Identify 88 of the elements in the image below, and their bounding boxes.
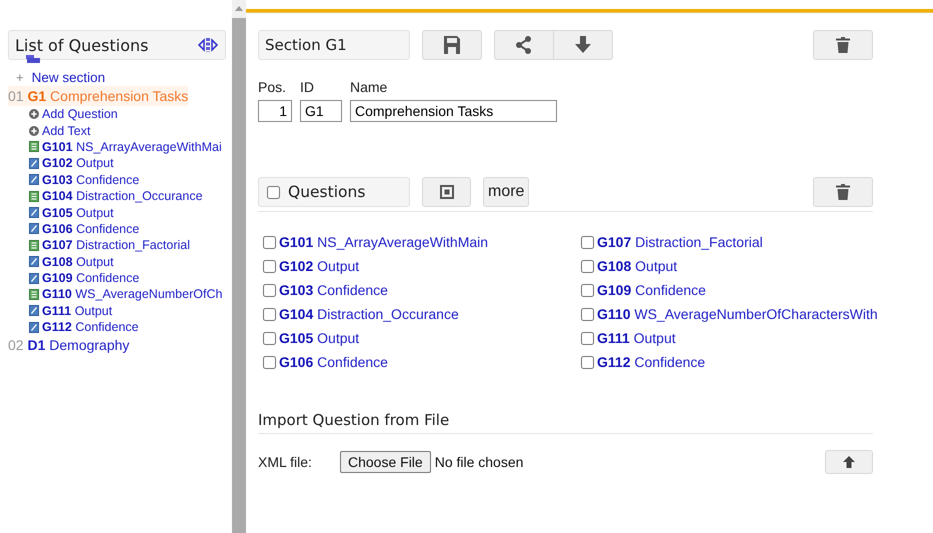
- download-button[interactable]: [553, 30, 613, 60]
- question-checkbox[interactable]: [581, 356, 594, 368]
- question-link[interactable]: G111 Output: [597, 330, 676, 346]
- question-link[interactable]: G105 Output: [279, 330, 360, 346]
- edit-icon: [29, 305, 39, 316]
- question-link[interactable]: G106 Confidence: [279, 354, 388, 370]
- input-field[interactable]: G1: [300, 100, 342, 122]
- scrollbar[interactable]: [232, 0, 246, 533]
- plus-icon: +: [16, 70, 24, 85]
- question-link[interactable]: G105 Output: [42, 206, 114, 220]
- upload-icon: [843, 456, 855, 468]
- section-title: Section G1: [258, 30, 410, 60]
- question-link[interactable]: G103 Confidence: [279, 282, 388, 298]
- question-link[interactable]: G109 Confidence: [597, 282, 706, 298]
- edit-icon: [29, 223, 39, 234]
- question-checkbox[interactable]: [263, 308, 276, 320]
- question-checkbox[interactable]: [263, 332, 276, 344]
- field-label: XML file:: [258, 454, 313, 470]
- question-link[interactable]: G107 Distraction_Factorial: [597, 234, 763, 250]
- edit-icon: [29, 207, 39, 218]
- list-icon: [29, 141, 39, 152]
- question-link[interactable]: G106 Confidence: [42, 222, 140, 236]
- trash-icon: [836, 184, 850, 200]
- question-link[interactable]: G101 NS_ArrayAverageWithMain: [279, 234, 488, 250]
- input-field[interactable]: Comprehension Tasks: [350, 100, 557, 122]
- question-link[interactable]: G104 Distraction_Occurance: [279, 306, 459, 322]
- edit-icon: [29, 158, 39, 169]
- select-icon: [440, 185, 454, 199]
- question-link[interactable]: G104 Distraction_Occurance: [42, 189, 203, 204]
- question-link[interactable]: G111 Output: [42, 304, 112, 318]
- tool-icon: [25, 55, 41, 63]
- import-title: Import Question from File: [258, 411, 450, 429]
- choose-file-button[interactable]: Choose File: [340, 451, 431, 473]
- new-section-link[interactable]: New section: [32, 70, 106, 85]
- input-field[interactable]: 1: [258, 100, 292, 122]
- delete-button[interactable]: [813, 177, 873, 207]
- question-link[interactable]: G110 WS_AverageNumberOfCh: [42, 287, 222, 302]
- trash-icon: [836, 37, 850, 53]
- add-icon: [29, 109, 39, 120]
- save-button[interactable]: [422, 30, 482, 60]
- question-checkbox[interactable]: [581, 332, 594, 344]
- file-status: No file chosen: [434, 454, 524, 470]
- add-link[interactable]: Add Question: [42, 107, 118, 122]
- add-icon: [29, 126, 39, 136]
- field-label: ID: [300, 79, 315, 95]
- question-checkbox[interactable]: [263, 260, 276, 272]
- collapse-icon: [197, 37, 219, 53]
- more-button[interactable]: more: [483, 177, 530, 207]
- question-link[interactable]: G108 Output: [42, 254, 114, 269]
- share-icon: [516, 36, 532, 54]
- question-checkbox[interactable]: [581, 284, 594, 296]
- scroll-up-icon: [235, 6, 243, 11]
- question-link[interactable]: G107 Distraction_Factorial: [42, 238, 190, 252]
- select-button[interactable]: [422, 177, 471, 207]
- question-link[interactable]: G112 Confidence: [597, 354, 706, 370]
- question-checkbox[interactable]: [263, 284, 276, 296]
- share-button[interactable]: [494, 30, 554, 60]
- question-link[interactable]: G110 WS_AverageNumberOfCharactersWith: [597, 306, 878, 322]
- question-checkbox[interactable]: [581, 308, 594, 320]
- questions-title: Questions: [288, 183, 366, 201]
- section-item[interactable]: 02 D1 Demography: [8, 335, 130, 356]
- question-checkbox[interactable]: [263, 236, 276, 248]
- upload-button[interactable]: [825, 450, 873, 474]
- question-link[interactable]: G102 Output: [42, 156, 114, 170]
- edit-icon: [29, 322, 39, 333]
- select-all-checkbox[interactable]: [267, 186, 280, 198]
- edit-icon: [29, 272, 39, 284]
- save-icon: [444, 36, 460, 54]
- question-checkbox[interactable]: [581, 260, 594, 272]
- field-label: Pos.: [258, 79, 288, 95]
- question-link[interactable]: G102 Output: [279, 258, 360, 274]
- list-icon: [29, 288, 39, 300]
- question-checkbox[interactable]: [581, 236, 594, 248]
- question-link[interactable]: G103 Confidence: [42, 172, 140, 187]
- question-link[interactable]: G108 Output: [597, 258, 678, 274]
- question-link[interactable]: G112 Confidence: [42, 320, 139, 334]
- question-link[interactable]: G101 NS_ArrayAverageWithMai: [42, 140, 222, 154]
- delete-button[interactable]: [813, 30, 873, 60]
- sidebar-title: List of Questions: [15, 36, 148, 54]
- question-link[interactable]: G109 Confidence: [42, 271, 140, 286]
- add-link[interactable]: Add Text: [42, 124, 90, 138]
- download-icon: [575, 36, 591, 54]
- field-label: Name: [350, 79, 388, 95]
- question-checkbox[interactable]: [263, 356, 276, 368]
- list-icon: [29, 240, 39, 251]
- list-icon: [29, 190, 39, 202]
- edit-icon: [29, 256, 39, 268]
- edit-icon: [29, 174, 39, 186]
